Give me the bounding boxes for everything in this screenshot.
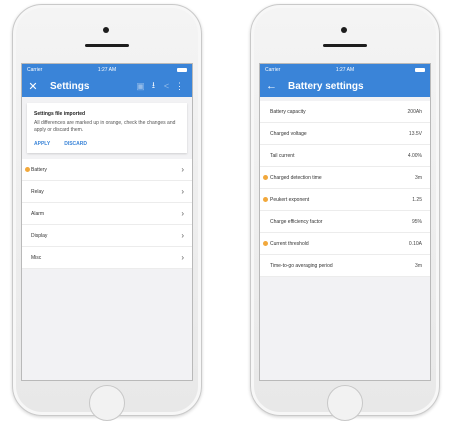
setting-row-charge-efficiency-factor[interactable]: Charge efficiency factor 95%	[260, 211, 430, 233]
menu-item-label: Display	[31, 232, 48, 239]
front-camera	[103, 27, 109, 33]
battery-settings-list: Battery capacity 200Ah Charged voltage 1…	[260, 101, 430, 277]
earpiece-speaker	[323, 44, 367, 47]
discard-button[interactable]: DISCARD	[64, 141, 87, 147]
chevron-right-icon: ›	[181, 209, 184, 218]
import-notice-card: Settings file imported All differences a…	[27, 103, 187, 153]
home-button[interactable]	[327, 385, 363, 421]
menu-item-battery[interactable]: Battery ›	[22, 159, 192, 181]
setting-value: 3m	[415, 174, 422, 181]
chevron-right-icon: ›	[181, 231, 184, 240]
notice-message: All differences are marked up in orange,…	[34, 120, 176, 133]
close-icon[interactable]: ✕	[28, 80, 38, 93]
app-bar: ✕ Settings ▣ ⭳ < ⋮	[22, 75, 192, 97]
back-arrow-icon[interactable]: ←	[266, 80, 277, 92]
changed-marker-icon	[263, 175, 268, 180]
setting-label: Peukert exponent	[270, 196, 310, 203]
status-bar: Carrier 1:27 AM	[22, 64, 192, 75]
setting-value: 4.00%	[407, 152, 422, 159]
menu-item-alarm[interactable]: Alarm ›	[22, 203, 192, 225]
menu-item-label: Alarm	[31, 210, 45, 217]
download-icon[interactable]: ⭳	[147, 78, 160, 94]
setting-row-peukert-exponent[interactable]: Peukert exponent 1.25	[260, 189, 430, 211]
setting-value: 95%	[411, 218, 422, 225]
setting-row-tail-current[interactable]: Tail current 4.00%	[260, 145, 430, 167]
front-camera	[341, 27, 347, 33]
changed-marker-icon	[263, 197, 268, 202]
status-time: 1:27 AM	[335, 66, 355, 73]
setting-row-battery-capacity[interactable]: Battery capacity 200Ah	[260, 101, 430, 123]
home-button[interactable]	[89, 385, 125, 421]
chevron-right-icon: ›	[181, 165, 184, 174]
page-title: Settings	[50, 80, 90, 92]
changed-marker-icon	[25, 167, 30, 172]
setting-value: 200Ah	[407, 108, 422, 115]
setting-row-charged-detection-time[interactable]: Charged detection time 3m	[260, 167, 430, 189]
setting-label: Time-to-go averaging period	[270, 262, 333, 269]
setting-label: Battery capacity	[270, 108, 306, 115]
chevron-right-icon: ›	[181, 187, 184, 196]
settings-screen: Carrier 1:27 AM ✕ Settings ▣ ⭳ < ⋮ Setti…	[21, 63, 193, 381]
page-title: Battery settings	[288, 80, 364, 92]
setting-label: Tail current	[270, 152, 295, 159]
notice-title: Settings file imported	[34, 111, 86, 117]
notice-actions: APPLY DISCARD	[34, 141, 181, 147]
menu-item-relay[interactable]: Relay ›	[22, 181, 192, 203]
phone-frame-left: Carrier 1:27 AM ✕ Settings ▣ ⭳ < ⋮ Setti…	[12, 4, 202, 421]
setting-value: 3m	[415, 262, 422, 269]
menu-item-label: Battery	[31, 166, 47, 173]
menu-item-display[interactable]: Display ›	[22, 225, 192, 247]
setting-label: Charged detection time	[270, 174, 322, 181]
setting-label: Charged voltage	[270, 130, 307, 137]
setting-row-time-to-go-averaging[interactable]: Time-to-go averaging period 3m	[260, 255, 430, 277]
app-bar: ← Battery settings	[260, 75, 430, 97]
changed-marker-icon	[263, 241, 268, 246]
menu-item-label: Relay	[31, 188, 44, 195]
save-icon[interactable]: ▣	[134, 81, 147, 92]
setting-value: 1.25	[412, 196, 422, 203]
setting-label: Current threshold	[270, 240, 309, 247]
more-icon[interactable]: ⋮	[173, 81, 186, 92]
setting-row-charged-voltage[interactable]: Charged voltage 13.5V	[260, 123, 430, 145]
chevron-right-icon: ›	[181, 253, 184, 262]
setting-label: Charge efficiency factor	[270, 218, 323, 225]
status-time: 1:27 AM	[97, 66, 117, 73]
settings-menu: Battery › Relay › Alarm › Display › Misc…	[22, 159, 192, 269]
menu-item-misc[interactable]: Misc ›	[22, 247, 192, 269]
setting-value: 13.5V	[408, 130, 422, 137]
phone-frame-right: Carrier 1:27 AM ← Battery settings Batte…	[250, 4, 440, 421]
setting-value: 0.10A	[408, 240, 422, 247]
battery-settings-screen: Carrier 1:27 AM ← Battery settings Batte…	[259, 63, 431, 381]
earpiece-speaker	[85, 44, 129, 47]
share-icon[interactable]: <	[160, 81, 173, 91]
status-bar: Carrier 1:27 AM	[260, 64, 430, 75]
apply-button[interactable]: APPLY	[34, 141, 50, 147]
setting-row-current-threshold[interactable]: Current threshold 0.10A	[260, 233, 430, 255]
menu-item-label: Misc	[31, 254, 42, 261]
